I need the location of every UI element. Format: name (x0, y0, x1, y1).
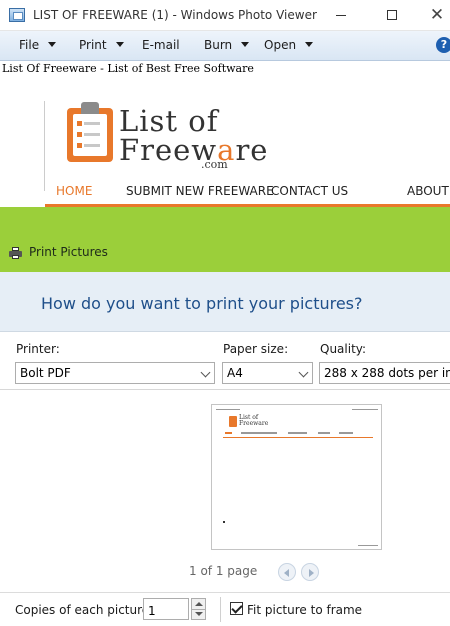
fit-picture-checkbox[interactable] (230, 602, 243, 615)
clipboard-logo-icon (67, 102, 113, 162)
thumbnail-logo-icon (229, 416, 237, 427)
paper-size-label: Paper size: (223, 342, 289, 356)
logo-domain-suffix: .com (201, 158, 228, 171)
document-image: List Of Freeware - List of Best Free Sof… (0, 61, 450, 207)
quality-label: Quality: (320, 342, 367, 356)
decrement-arrow-icon[interactable] (195, 612, 203, 616)
paper-size-select-value: A4 (227, 366, 243, 380)
nav-home: HOME (56, 184, 93, 198)
file-menu-label: File (19, 38, 40, 52)
fit-picture-label[interactable]: Fit picture to frame (247, 603, 362, 617)
site-navigation: HOME SUBMIT NEW FREEWARE CONTACT US ABOU… (0, 182, 450, 204)
minimize-icon (336, 14, 346, 16)
page-count: 1 of 1 page (189, 564, 258, 578)
printer-label: Printer: (16, 342, 60, 356)
print-menu-label: Print (79, 38, 107, 52)
chevron-down-icon (115, 42, 124, 47)
copies-stepper[interactable] (191, 598, 206, 620)
title-bar: LIST OF FREEWARE (1) - Windows Photo Vie… (0, 0, 450, 31)
copies-input[interactable] (143, 598, 189, 620)
next-page-button[interactable] (301, 563, 319, 581)
print-settings: Printer: Bolt PDF Paper size: A4 Quality… (0, 332, 450, 390)
burn-menu-label: Burn (204, 38, 233, 52)
divider (44, 101, 45, 191)
photo-viewer-window: LIST OF FREEWARE (1) - Windows Photo Vie… (0, 0, 450, 626)
print-preview-area: List of Freeware 1 of 1 page (0, 390, 450, 592)
print-pictures-title: Print Pictures (29, 245, 108, 259)
thumbnail-logo-text: List of Freeware (239, 414, 269, 427)
close-icon: ✕ (429, 5, 445, 25)
previous-page-button[interactable] (278, 563, 296, 581)
help-icon[interactable]: ? (436, 37, 450, 53)
maximize-icon (387, 10, 397, 20)
maximize-button[interactable] (369, 0, 415, 31)
print-dialog-header: How do you want to print your pictures? (0, 272, 450, 332)
chevron-down-icon (241, 42, 250, 47)
quality-select-value: 288 x 288 dots per inch (324, 366, 450, 380)
email-label: E-mail (142, 38, 180, 52)
burn-menu[interactable]: Burn (204, 38, 250, 52)
open-menu[interactable]: Open (264, 38, 314, 52)
document-caption: List Of Freeware - List of Best Free Sof… (2, 62, 254, 75)
chevron-down-icon (200, 367, 211, 378)
print-dialog-question: How do you want to print your pictures? (41, 294, 363, 313)
divider (220, 597, 221, 622)
copies-label: Copies of each picture: (15, 603, 154, 617)
chevron-down-icon (298, 367, 309, 378)
nav-submit-new-freeware: SUBMIT NEW FREEWARE (126, 184, 274, 198)
increment-arrow-icon[interactable] (195, 602, 203, 606)
quality-select[interactable]: 288 x 288 dots per inch (319, 362, 450, 384)
printer-select-value: Bolt PDF (20, 366, 71, 380)
printer-select[interactable]: Bolt PDF (15, 362, 215, 384)
nav-contact-us: CONTACT US (271, 184, 349, 198)
thumbnail-nav (223, 432, 373, 438)
file-menu[interactable]: File (19, 38, 57, 52)
printer-icon (9, 247, 22, 259)
nav-about: ABOUT (407, 184, 449, 198)
site-green-band (0, 207, 450, 272)
paper-size-select[interactable]: A4 (222, 362, 313, 384)
minimize-button[interactable] (318, 0, 364, 31)
print-options-footer: Copies of each picture: Fit picture to f… (0, 592, 450, 626)
window-title: LIST OF FREEWARE (1) - Windows Photo Vie… (33, 8, 317, 22)
print-menu[interactable]: Print (79, 38, 124, 52)
command-bar: File Print E-mail Burn Open ? (0, 31, 450, 61)
photo-viewer-app-icon (9, 8, 25, 22)
close-button[interactable]: ✕ (414, 0, 450, 31)
email-button[interactable]: E-mail (142, 38, 180, 52)
chevron-down-icon (305, 42, 314, 47)
page-preview-thumbnail: List of Freeware (211, 404, 382, 550)
chevron-down-icon (48, 42, 57, 47)
logo-text-line2: Freeware (119, 133, 269, 167)
open-menu-label: Open (264, 38, 297, 52)
